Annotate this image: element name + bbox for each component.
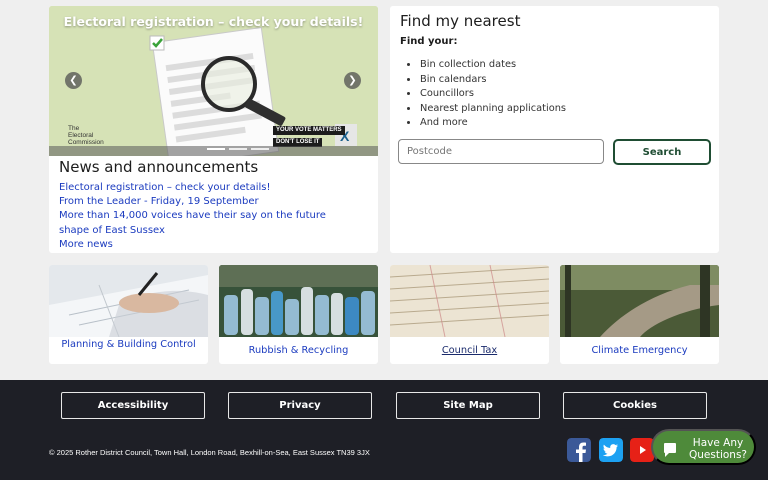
tile-label[interactable]: Council Tax	[390, 345, 549, 356]
tile-label[interactable]: Planning & Building Control	[49, 339, 208, 350]
find-nearest-heading: Find my nearest	[400, 12, 521, 30]
chevron-left-icon: ❮	[69, 75, 78, 86]
electoral-commission-logo: The Electoral Commission	[68, 125, 104, 146]
privacy-button[interactable]: Privacy	[228, 392, 372, 419]
recycling-image	[219, 265, 378, 337]
news-item-voices[interactable]: More than 14,000 voices have their say o…	[59, 209, 359, 238]
cookies-button[interactable]: Cookies	[563, 392, 707, 419]
tile-climate[interactable]: Climate Emergency	[560, 265, 719, 364]
news-item-electoral[interactable]: Electoral registration – check your deta…	[59, 181, 359, 196]
news-card: X Electoral registration – check your de…	[49, 6, 378, 253]
list-item: Councillors	[419, 87, 566, 102]
council-tax-image	[390, 265, 549, 337]
planning-image	[49, 265, 208, 337]
list-item: And more	[419, 116, 566, 131]
list-item: Nearest planning applications	[419, 102, 566, 117]
site-map-button[interactable]: Site Map	[396, 392, 540, 419]
slide-title[interactable]: Electoral registration – check your deta…	[49, 14, 378, 29]
news-heading: News and announcements	[59, 158, 259, 176]
facebook-icon[interactable]	[567, 438, 591, 462]
list-item: Bin collection dates	[419, 58, 566, 73]
vote-matters-tag: YOUR VOTE MATTERS	[273, 126, 345, 135]
find-list: Bin collection dates Bin calendars Counc…	[419, 58, 566, 131]
search-button[interactable]: Search	[613, 139, 711, 165]
carousel-next-button[interactable]: ❯	[344, 72, 361, 89]
carousel-dot[interactable]	[207, 148, 225, 150]
chat-button[interactable]: Have Any Questions?	[651, 429, 756, 465]
tile-label[interactable]: Climate Emergency	[560, 345, 719, 356]
chat-label: Have Any Questions?	[688, 437, 747, 461]
copyright-text: © 2025 Rother District Council, Town Hal…	[49, 448, 370, 457]
tile-council-tax[interactable]: Council Tax	[390, 265, 549, 364]
carousel-prev-button[interactable]: ❮	[65, 72, 82, 89]
news-item-leader[interactable]: From the Leader - Friday, 19 September	[59, 195, 359, 210]
tile-planning[interactable]: Planning & Building Control	[49, 265, 208, 364]
climate-image	[560, 265, 719, 337]
carousel-dot[interactable]	[229, 148, 247, 150]
find-your-label: Find your:	[400, 36, 458, 47]
tile-label[interactable]: Rubbish & Recycling	[219, 345, 378, 356]
find-nearest-card: Find my nearest Find your: Bin collectio…	[390, 6, 719, 253]
tile-rubbish[interactable]: Rubbish & Recycling	[219, 265, 378, 364]
footer: Accessibility Privacy Site Map Cookies ©…	[0, 380, 768, 480]
list-item: Bin calendars	[419, 73, 566, 88]
chevron-right-icon: ❯	[348, 75, 357, 86]
twitter-icon[interactable]	[599, 438, 623, 462]
more-news-link[interactable]: More news	[59, 238, 359, 253]
carousel-dot[interactable]	[251, 148, 269, 150]
postcode-input[interactable]	[398, 139, 604, 164]
carousel-indicators	[207, 148, 269, 150]
accessibility-button[interactable]: Accessibility	[61, 392, 205, 419]
chat-bubble-icon	[664, 443, 676, 457]
carousel[interactable]: X Electoral registration – check your de…	[49, 6, 378, 156]
